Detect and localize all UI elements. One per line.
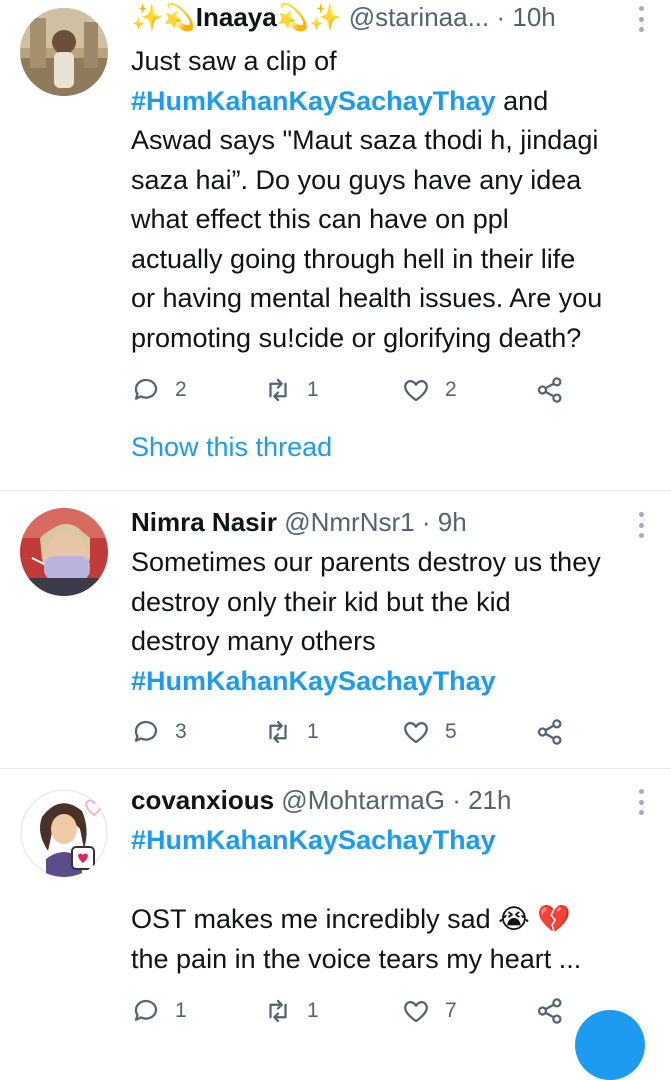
- display-name[interactable]: Nimra Nasir: [131, 507, 277, 537]
- like-count: 5: [445, 720, 457, 743]
- reply-icon: [134, 999, 158, 1021]
- text-line: destroy many others: [131, 626, 376, 656]
- more-options-icon[interactable]: [637, 789, 645, 815]
- reply-icon: [134, 720, 158, 742]
- reply-count: 2: [175, 378, 187, 401]
- timestamp[interactable]: 9h: [438, 507, 467, 537]
- separator-dot: ·: [421, 507, 431, 537]
- reply-count: 3: [175, 720, 187, 743]
- like-count: 7: [445, 999, 457, 1022]
- separator-dot: ·: [496, 2, 506, 32]
- timestamp[interactable]: 10h: [512, 2, 555, 32]
- user-handle[interactable]: @NmrNsr1: [284, 507, 414, 537]
- retweet-count: 1: [307, 378, 319, 401]
- tweet-text: #HumKahanKaySachayThay OST makes me incr…: [131, 821, 651, 979]
- reply-button[interactable]: 3: [131, 714, 187, 750]
- text-line: Sometimes our parents destroy us they: [131, 547, 601, 577]
- name-emoji-suffix: 💫✨: [276, 2, 342, 32]
- avatar[interactable]: [20, 789, 108, 877]
- avatar[interactable]: [20, 508, 108, 596]
- timestamp[interactable]: 21h: [468, 785, 511, 815]
- reply-button[interactable]: 2: [131, 372, 187, 408]
- reply-icon: [134, 378, 158, 400]
- like-icon: [404, 1001, 428, 1023]
- share-button[interactable]: [535, 372, 565, 408]
- like-button[interactable]: 2: [401, 372, 457, 408]
- hashtag-link[interactable]: #HumKahanKaySachayThay: [131, 662, 651, 702]
- tweet-header: ✨💫Inaaya💫✨ @starinaa... · 10h: [131, 0, 611, 34]
- user-handle[interactable]: @starinaa...: [349, 2, 490, 32]
- text-line: Aswad says "Maut saza thodi h, jindagi: [131, 125, 599, 155]
- retweet-button[interactable]: 1: [263, 714, 319, 750]
- share-icon: [537, 377, 562, 403]
- hashtag-link[interactable]: #HumKahanKaySachayThay: [131, 86, 496, 116]
- text-line: the pain in the voice tears my heart ...: [131, 943, 582, 974]
- user-handle[interactable]: @MohtarmaG: [281, 785, 445, 815]
- retweet-icon: [269, 999, 287, 1023]
- reply-count: 1: [175, 999, 187, 1022]
- avatar[interactable]: [20, 8, 108, 96]
- text-fragment: and: [495, 85, 549, 116]
- share-icon: [537, 998, 562, 1024]
- tweet-actions: 2 1 2: [131, 372, 571, 408]
- tweet-text: Sometimes our parents destroy us they de…: [131, 543, 651, 701]
- text-line: promoting su!cide or glorifying death?: [131, 322, 582, 353]
- more-options-icon[interactable]: [637, 6, 645, 32]
- like-count: 2: [445, 378, 457, 401]
- hashtag-link[interactable]: #HumKahanKaySachayThay: [131, 821, 651, 861]
- retweet-count: 1: [307, 720, 319, 743]
- like-icon: [404, 722, 428, 744]
- more-options-icon[interactable]: [637, 512, 645, 538]
- share-icon: [537, 719, 562, 745]
- tweet-header: covanxious @MohtarmaG · 21h: [131, 783, 611, 817]
- tweet-header: Nimra Nasir @NmrNsr1 · 9h: [131, 505, 611, 539]
- show-thread-link[interactable]: Show this thread: [131, 432, 332, 463]
- retweet-button[interactable]: 1: [263, 372, 319, 408]
- text-line: or having mental health issues. Are you: [131, 283, 603, 313]
- text-line: OST makes me incredibly sad 😭 💔: [131, 904, 571, 934]
- text-line: what effect this can have on ppl: [131, 204, 509, 234]
- compose-tweet-button[interactable]: [575, 1010, 645, 1080]
- text-line: actually going through hell in their lif…: [131, 243, 576, 274]
- text-line: #HumKahanKaySachayThay and: [131, 82, 651, 122]
- like-icon: [404, 380, 428, 402]
- retweet-icon: [269, 720, 287, 744]
- like-button[interactable]: 5: [401, 714, 457, 750]
- tweet[interactable]: ✨💫Inaaya💫✨ @starinaa... · 10h Just saw a…: [0, 0, 671, 490]
- text-line: saza hai”. Do you guys have any idea: [131, 164, 582, 195]
- tweet-text: Just saw a clip of #HumKahanKaySachayTha…: [131, 42, 651, 358]
- display-name[interactable]: covanxious: [131, 785, 274, 815]
- text-line: Just saw a clip of: [131, 46, 337, 76]
- tweet-actions: 3 1 5: [131, 714, 571, 750]
- name-emoji-prefix: ✨💫: [131, 2, 196, 32]
- separator-dot: ·: [452, 785, 461, 815]
- tweet[interactable]: covanxious @MohtarmaG · 21h #HumKahanKay…: [0, 769, 671, 1024]
- tweet[interactable]: Nimra Nasir @NmrNsr1 · 9h Sometimes our …: [0, 491, 671, 768]
- retweet-count: 1: [307, 999, 319, 1022]
- display-name[interactable]: Inaaya: [196, 2, 277, 32]
- share-button[interactable]: [535, 714, 565, 750]
- text-line: destroy only their kid but the kid: [131, 586, 511, 617]
- retweet-icon: [269, 378, 287, 402]
